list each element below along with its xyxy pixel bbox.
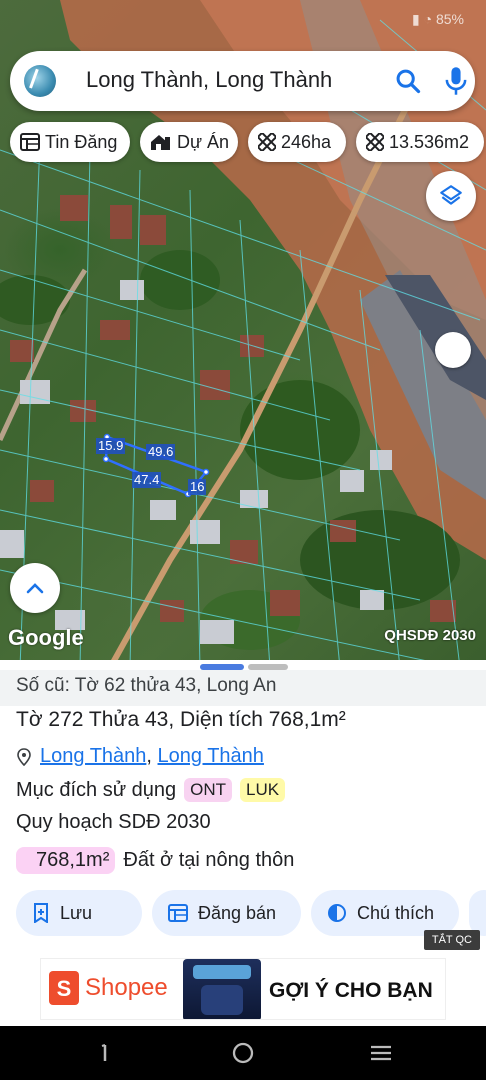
post-for-sale-button[interactable]: Đăng bán xyxy=(152,890,301,936)
satellite-map[interactable]: 15.9 49.6 47.4 16 ▮ ◔ 85% Long Thành, Lo… xyxy=(0,0,486,668)
chip-du-an[interactable]: Dự Án xyxy=(140,122,238,162)
area-row: 768,1m² Đất ở tại nông thôn xyxy=(16,847,294,874)
ad-brand: Shopee xyxy=(85,974,168,1001)
contrast-icon xyxy=(328,904,346,922)
close-ad-button[interactable]: TẮT QC xyxy=(423,930,480,950)
expand-up-button[interactable] xyxy=(10,563,60,613)
ad-headline: GỢI Ý CHO BẠN xyxy=(269,979,433,1002)
dimension-label: 15.9 xyxy=(96,438,126,454)
location-link-district[interactable]: Long Thành xyxy=(40,745,146,768)
chip-label: 13.536m2 xyxy=(389,131,470,152)
search-icon[interactable] xyxy=(394,67,422,95)
microphone-icon[interactable] xyxy=(442,65,470,97)
status-bar: ▮ ◔ 85% xyxy=(0,0,486,40)
menu-lines-icon xyxy=(371,1045,391,1061)
location-pin-icon xyxy=(17,747,31,766)
parcel-info-sheet: Số cũ: Tờ 62 thửa 43, Long An Tờ 272 Thử… xyxy=(0,660,486,948)
save-button[interactable]: Lưu xyxy=(16,890,142,936)
tag-ont: ONT xyxy=(184,778,233,802)
shopee-logo: S Shopee xyxy=(49,971,168,1005)
search-bar[interactable]: Long Thành, Long Thành xyxy=(10,51,475,111)
chip-label: Tin Đăng xyxy=(45,131,118,152)
app-avatar-icon[interactable] xyxy=(24,65,56,97)
ruler-icon xyxy=(366,133,384,151)
home-button[interactable] xyxy=(218,1026,268,1080)
dimension-label: 49.6 xyxy=(146,444,176,460)
old-reference: Số cũ: Tờ 62 thửa 43, Long An xyxy=(0,670,486,706)
shopee-bag-icon: S xyxy=(49,971,79,1005)
parcel-title: Tờ 272 Thửa 43, Diện tích 768,1m² xyxy=(16,708,346,731)
home-circle-icon xyxy=(232,1042,254,1064)
purpose-label: Mục đích sử dụng xyxy=(16,778,177,801)
back-button[interactable] xyxy=(356,1026,406,1080)
chip-label: 246ha xyxy=(281,131,332,152)
legend-label: Chú thích xyxy=(357,902,435,923)
ad-container: TẮT QC S Shopee GỢI Ý CHO BẠN xyxy=(0,930,486,1026)
chip-label: Dự Án xyxy=(177,131,230,152)
chip-area-13536m2[interactable]: 13.536m2 xyxy=(356,122,484,162)
land-use-purpose: Mục đích sử dụng ONT LUK xyxy=(16,778,286,802)
chip-tin-dang[interactable]: Tin Đăng xyxy=(10,122,130,162)
google-attribution: Google xyxy=(8,625,84,650)
post-for-sale-label: Đăng bán xyxy=(198,902,277,923)
map-drag-handle[interactable] xyxy=(435,332,471,368)
location-link-commune[interactable]: Long Thành xyxy=(158,745,264,768)
layers-button[interactable] xyxy=(426,171,476,221)
recents-icon xyxy=(101,1044,107,1061)
area-description: Đất ở tại nông thôn xyxy=(123,849,295,871)
list-alt-icon xyxy=(168,904,188,922)
layers-icon xyxy=(440,185,462,205)
ad-banner[interactable]: S Shopee GỢI Ý CHO BẠN xyxy=(40,958,446,1020)
bookmark-add-icon xyxy=(34,903,48,923)
dimension-label: 47.4 xyxy=(132,472,162,488)
location-separator: , xyxy=(146,745,158,767)
parcel-location: Long Thành , Long Thành xyxy=(16,745,264,768)
status-icons: ▮ ◔ 85% xyxy=(412,11,464,27)
overlay-layer-label: QHSDĐ 2030 xyxy=(384,627,476,644)
chip-area-246ha[interactable]: 246ha xyxy=(248,122,346,162)
ruler-icon xyxy=(258,133,276,151)
plan-label: Quy hoạch SDĐ 2030 xyxy=(16,811,211,833)
product-image xyxy=(183,959,261,1019)
recents-button[interactable] xyxy=(80,1026,130,1080)
save-label: Lưu xyxy=(60,902,93,923)
chevron-up-icon xyxy=(26,583,44,594)
system-nav-bar xyxy=(0,1026,486,1080)
home-icon xyxy=(151,135,170,150)
dimension-label: 16 xyxy=(188,479,207,495)
list-icon xyxy=(20,133,40,151)
area-value: 768,1m² xyxy=(16,847,116,874)
tag-luk: LUK xyxy=(240,778,286,802)
search-query[interactable]: Long Thành, Long Thành xyxy=(86,67,332,93)
